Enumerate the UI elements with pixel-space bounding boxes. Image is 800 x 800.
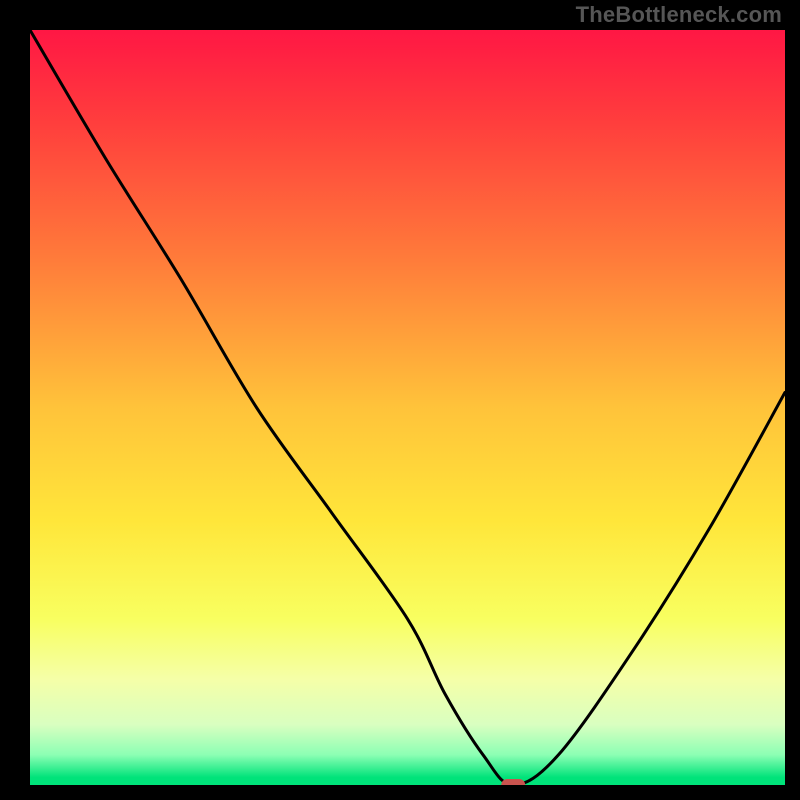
plot-background-gradient	[30, 30, 785, 785]
minimum-marker	[501, 779, 525, 791]
bottleneck-chart	[0, 0, 800, 800]
chart-frame: TheBottleneck.com	[0, 0, 800, 800]
